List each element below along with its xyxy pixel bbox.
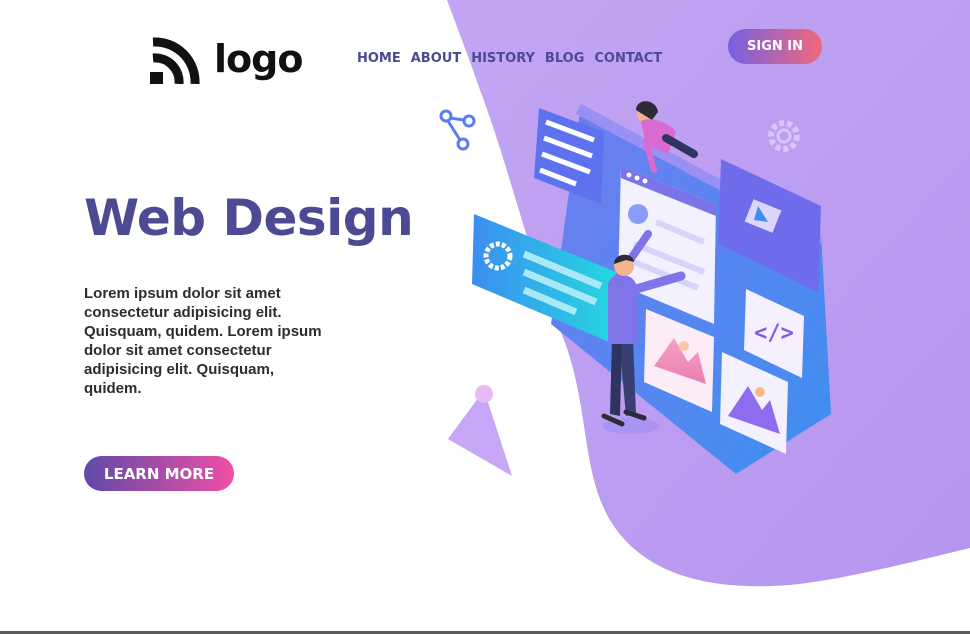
share-icon xyxy=(439,109,476,151)
learn-more-button[interactable]: LEARN MORE xyxy=(84,456,234,491)
nav-item-contact[interactable]: CONTACT xyxy=(594,51,662,66)
nav-item-history[interactable]: HISTORY xyxy=(471,51,535,66)
nav-item-about[interactable]: ABOUT xyxy=(411,51,461,66)
hero-title: Web Design xyxy=(84,189,414,247)
hero-body-text: Lorem ipsum dolor sit amet consectetur a… xyxy=(84,285,322,397)
gear-icon xyxy=(768,120,800,152)
main-nav: HOME ABOUT HISTORY BLOG CONTACT xyxy=(357,51,662,66)
logo-text: logo xyxy=(214,37,303,81)
web-design-illustration: </> xyxy=(439,101,831,476)
sign-in-button[interactable]: SIGN IN xyxy=(728,29,822,64)
triangle-decoration xyxy=(448,385,512,476)
svg-text:</>: </> xyxy=(754,321,794,346)
logo[interactable]: logo xyxy=(150,34,303,84)
nav-item-blog[interactable]: BLOG xyxy=(545,51,584,66)
nav-item-home[interactable]: HOME xyxy=(357,51,401,66)
rss-arcs-icon xyxy=(150,37,200,84)
